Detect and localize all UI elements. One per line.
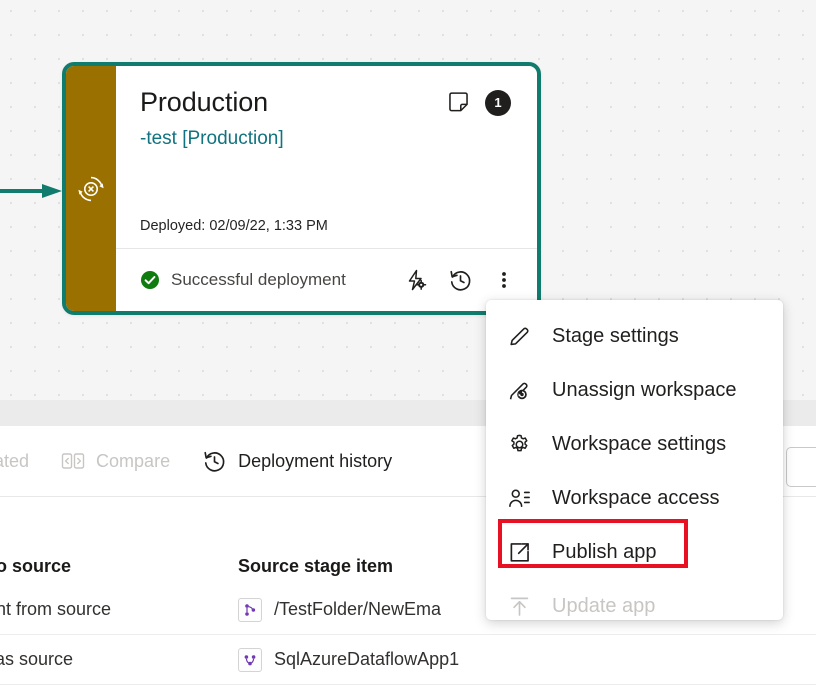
deployment-rules-icon: [404, 268, 428, 292]
menu-item-update-app-label: Update app: [552, 595, 655, 618]
stage-title-row: Production 1: [140, 88, 517, 118]
note-icon[interactable]: [446, 90, 471, 115]
pencil-icon: [506, 323, 532, 349]
menu-item-unassign-workspace[interactable]: Unassign workspace: [486, 363, 783, 417]
more-options-icon: [494, 268, 514, 292]
command-deployment-history-label: Deployment history: [238, 451, 392, 472]
stage-card-main: Production 1 -test [Production] Deployed…: [116, 66, 537, 248]
deployment-status-text: Successful deployment: [171, 270, 346, 290]
cell-source-stage-item-text: SqlAzureDataflowApp1: [274, 649, 459, 670]
menu-item-stage-settings-label: Stage settings: [552, 325, 679, 348]
cell-compare-to-source: rent from source: [0, 599, 238, 620]
menu-item-update-app: Update app: [486, 579, 783, 633]
history-icon: [448, 268, 473, 293]
success-check-icon: [140, 270, 160, 290]
open-external-icon: [506, 539, 532, 565]
upload-arrow-icon: [506, 593, 532, 619]
menu-item-workspace-access-label: Workspace access: [552, 487, 719, 510]
stage-workspace-link[interactable]: -test [Production]: [140, 127, 517, 151]
stage-more-options-button[interactable]: [487, 263, 521, 297]
stage-context-menu: Stage settings Unassign workspace Worksp…: [486, 300, 783, 620]
table-row[interactable]: e as source SqlAzureDataflowApp1: [0, 635, 816, 685]
menu-item-stage-settings[interactable]: Stage settings: [486, 309, 783, 363]
search-input[interactable]: [786, 447, 816, 487]
gear-icon: [506, 431, 532, 457]
unassign-workspace-icon: [506, 377, 532, 403]
stage-card-production[interactable]: Production 1 -test [Production] Deployed…: [62, 62, 541, 315]
menu-item-workspace-settings[interactable]: Workspace settings: [486, 417, 783, 471]
menu-item-publish-app-label: Publish app: [552, 541, 657, 564]
stage-sync-blocked-icon: [76, 174, 106, 204]
menu-item-publish-app[interactable]: Publish app: [486, 525, 783, 579]
people-icon: [506, 485, 532, 511]
dataflow-icon: [238, 648, 262, 672]
stage-title-actions: 1: [446, 90, 517, 116]
cell-compare-to-source: e as source: [0, 649, 238, 670]
stage-accent-bar: [66, 66, 116, 311]
stage-card-footer: Successful deployment: [116, 248, 537, 311]
history-icon: [202, 449, 227, 474]
deployment-rules-button[interactable]: [399, 263, 433, 297]
menu-item-workspace-access[interactable]: Workspace access: [486, 471, 783, 525]
command-related[interactable]: related: [0, 441, 45, 481]
stage-item-count-badge: 1: [485, 90, 511, 116]
deployment-history-button[interactable]: [443, 263, 477, 297]
command-compare-label: Compare: [96, 451, 170, 472]
stage-deployed-timestamp: Deployed: 02/09/22, 1:33 PM: [140, 218, 328, 234]
cell-source-stage-item: SqlAzureDataflowApp1: [238, 648, 698, 672]
command-related-label: related: [0, 451, 29, 472]
deployment-status: Successful deployment: [140, 270, 389, 290]
cell-source-stage-item-text: /TestFolder/NewEma: [274, 599, 441, 620]
dataflow-icon: [238, 598, 262, 622]
menu-item-unassign-workspace-label: Unassign workspace: [552, 379, 737, 402]
compare-icon: [61, 450, 85, 472]
stage-title: Production: [140, 88, 268, 118]
column-header-compare-to-source: l to source: [0, 556, 238, 577]
command-deployment-history[interactable]: Deployment history: [186, 441, 408, 481]
stage-card-body: Production 1 -test [Production] Deployed…: [116, 66, 537, 311]
menu-item-workspace-settings-label: Workspace settings: [552, 433, 726, 456]
command-compare[interactable]: Compare: [45, 441, 186, 481]
pipeline-connector-arrow: [0, 183, 64, 199]
